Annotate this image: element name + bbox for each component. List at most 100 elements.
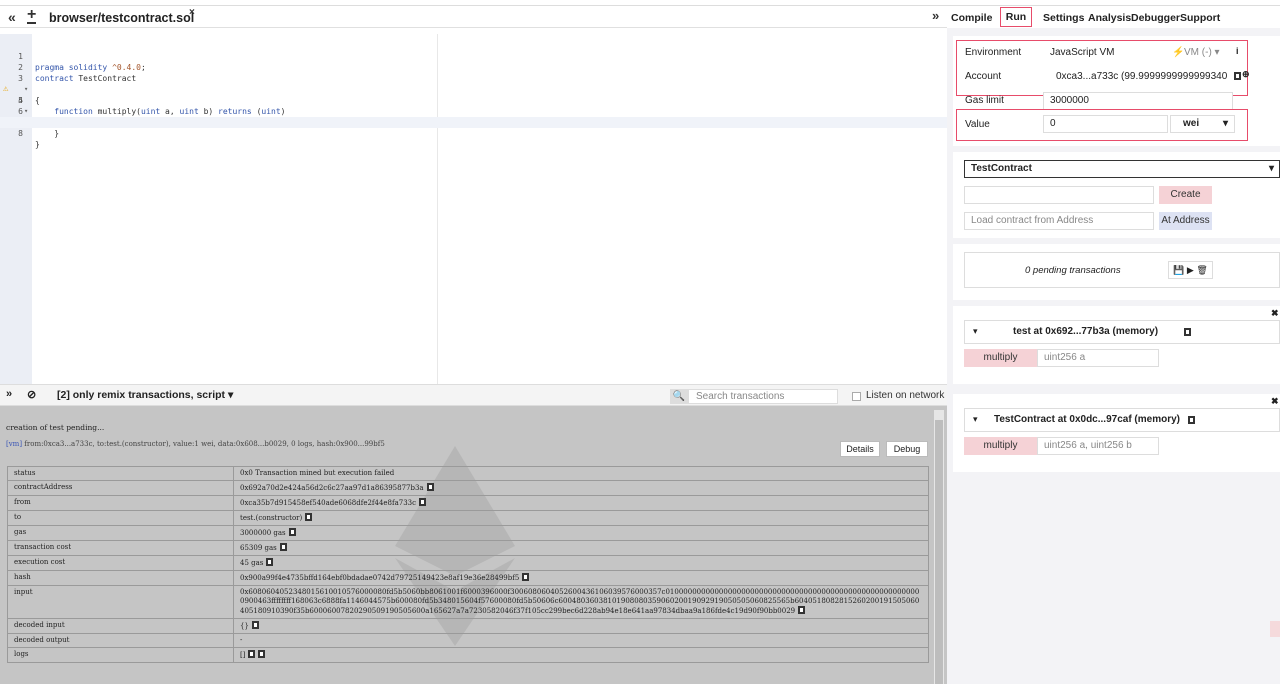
file-tab[interactable]: browser/testcontract.sol: [49, 11, 194, 25]
listen-network-checkbox[interactable]: [852, 392, 861, 401]
transaction-filter-dropdown[interactable]: [2] only remix transactions, script ▾: [57, 389, 233, 401]
play-icon[interactable]: ▶: [1187, 265, 1194, 275]
transaction-details-table: status 0x0 Transaction mined but executio…: [7, 466, 929, 663]
table-row: status 0x0 Transaction mined but executio…: [7, 466, 929, 481]
close-instance-icon[interactable]: ✖: [1271, 396, 1279, 407]
search-transactions-input[interactable]: Search transactions: [688, 389, 838, 404]
environment-select[interactable]: JavaScript VM ⚡ VM (-) ▾: [1043, 44, 1231, 62]
code-line[interactable]: 6 return a * b;: [0, 95, 947, 127]
load-address-input[interactable]: Load contract from Address: [964, 212, 1154, 230]
row-value-cell: 45 gas: [233, 555, 929, 571]
tab-settings[interactable]: Settings: [1043, 12, 1084, 24]
create-button[interactable]: Create: [1159, 186, 1212, 204]
copy-icon[interactable]: [251, 621, 259, 629]
environment-card: Environment JavaScript VM ⚡ VM (-) ▾ i A…: [953, 36, 1280, 146]
row-value: 65309 gas: [240, 544, 277, 552]
gas-limit-input[interactable]: 3000000: [1043, 92, 1233, 110]
multiply-args-input[interactable]: uint256 a, uint256 b: [1037, 437, 1159, 455]
tab-run[interactable]: Run: [1000, 7, 1032, 27]
copy-icon[interactable]: [1234, 72, 1241, 80]
save-icon[interactable]: 💾: [1173, 265, 1184, 275]
expand-panel-icon[interactable]: »: [932, 8, 939, 23]
row-value-cell: 0x0 Transaction mined but execution fail…: [233, 466, 929, 481]
multiply-button[interactable]: multiply: [964, 349, 1037, 367]
transaction-log[interactable]: [vm] from:0xca3...a733c, to:test.(constr…: [6, 440, 385, 448]
add-account-icon[interactable]: ⊕: [1242, 69, 1250, 80]
code-line[interactable]: ⚠ 4 function multiply(uint a, uint b) re…: [0, 73, 947, 116]
table-row: from 0xca35b7d915458ef540ade6068dfe2f44e8…: [7, 495, 929, 511]
unit-select[interactable]: wei ▾: [1170, 115, 1235, 133]
collapse-icon[interactable]: ▾: [973, 414, 978, 425]
row-value-cell: {}: [233, 618, 929, 634]
terminal-scrollbar-thumb[interactable]: [935, 420, 943, 684]
multiply-button[interactable]: multiply: [964, 437, 1037, 455]
row-value-cell: 0xca35b7d915458ef540ade6068dfe2f44e8fa73…: [233, 495, 929, 511]
row-value: 0x6080604052348015610010576000080fd5b506…: [240, 588, 920, 615]
close-instance-icon[interactable]: ✖: [1271, 308, 1279, 319]
at-address-button[interactable]: At Address: [1159, 212, 1212, 230]
chevron-down-icon: ▾: [1223, 118, 1229, 129]
instance-header[interactable]: ▾ TestContract at 0x0dc...97caf (memory): [964, 408, 1280, 432]
contract-select[interactable]: TestContract ▾: [964, 160, 1280, 178]
copy-icon[interactable]: [266, 558, 274, 566]
code-line[interactable]: 5 ▾ {: [0, 84, 947, 127]
row-value: 0x900a99f4e4735bffd164ebf0bdadae0742d797…: [240, 574, 520, 582]
copy-icon[interactable]: [305, 513, 313, 521]
copy-icon[interactable]: [522, 573, 530, 581]
copy-icon[interactable]: [426, 483, 434, 491]
info-icon[interactable]: i: [1236, 46, 1239, 56]
tab-support[interactable]: Support: [1180, 12, 1220, 24]
value-label: Value: [965, 119, 990, 130]
code-line-active[interactable]: 8 }: [0, 117, 947, 149]
constructor-args-input[interactable]: [964, 186, 1154, 204]
tab-analysis[interactable]: Analysis: [1088, 12, 1131, 24]
row-key: logs: [7, 647, 234, 663]
row-value: 0xca35b7d915458ef540ade6068dfe2f44e8fa73…: [240, 499, 417, 507]
clear-console-icon[interactable]: ⊘: [27, 388, 36, 401]
code-line[interactable]: 1 pragma solidity ^0.4.0;: [0, 40, 947, 72]
row-value: {}: [240, 622, 249, 630]
table-row: hash 0x900a99f4e4735bffd164ebf0bdadae0742…: [7, 570, 929, 586]
account-select[interactable]: 0xca3...a733c (99.99999999999993401 ▾: [1049, 68, 1229, 86]
delete-icon[interactable]: 🗑: [1196, 265, 1207, 275]
instance-title: test at 0x692...77b3a (memory): [1013, 326, 1159, 337]
collapse-files-icon[interactable]: «: [8, 9, 16, 25]
terminal-toolbar: » ⊘ [2] only remix transactions, script …: [0, 384, 947, 406]
right-panel: Compile Run Settings Analysis Debugger S…: [947, 6, 1280, 684]
editor-tab-bar: « + browser/testcontract.sol × »: [0, 6, 947, 28]
copy-icon[interactable]: [1188, 416, 1195, 424]
value-input[interactable]: 0: [1043, 115, 1168, 133]
debug-button[interactable]: Debug: [886, 441, 928, 457]
row-value-cell: test.(constructor): [233, 510, 929, 526]
code-editor[interactable]: 1 pragma solidity ^0.4.0; 2 contract Tes…: [0, 34, 947, 386]
toggle-terminal-icon[interactable]: »: [6, 388, 12, 400]
close-tab-icon[interactable]: ×: [189, 7, 195, 18]
pending-card: 0 pending transactions 💾 ▶ 🗑: [953, 244, 1280, 300]
table-row: to test.(constructor): [7, 510, 929, 526]
copy-icon[interactable]: [288, 528, 296, 536]
collapse-icon[interactable]: ▾: [973, 326, 978, 337]
copy-icon[interactable]: [279, 543, 287, 551]
details-button[interactable]: Details: [840, 441, 880, 457]
code-line[interactable]: 3 ▾ {: [0, 62, 947, 105]
new-file-icon[interactable]: +: [27, 6, 37, 24]
copy-icon[interactable]: [1184, 328, 1191, 336]
copy-icon[interactable]: [248, 650, 256, 658]
code-line[interactable]: 7 }: [0, 106, 947, 138]
copy-icon[interactable]: [798, 606, 806, 614]
tab-debugger[interactable]: Debugger: [1131, 12, 1180, 24]
row-key: decoded input: [7, 618, 234, 634]
row-value: 3000000 gas: [240, 529, 286, 537]
row-key: contractAddress: [7, 480, 234, 496]
multiply-args-input[interactable]: uint256 a: [1037, 349, 1159, 367]
code-line[interactable]: 2 contract TestContract: [0, 51, 947, 83]
copy-icon[interactable]: [258, 650, 266, 658]
terminal-output: creation of test pending... [vm] from:0x…: [0, 406, 947, 684]
copy-icon[interactable]: [419, 498, 427, 506]
tab-compile[interactable]: Compile: [951, 12, 992, 24]
instance-header[interactable]: ▾ test at 0x692...77b3a (memory): [964, 320, 1280, 344]
table-row: gas 3000000 gas: [7, 525, 929, 541]
row-key: hash: [7, 570, 234, 586]
pending-text: 0 pending transactions: [1025, 265, 1121, 276]
row-value: 0x0 Transaction mined but execution fail…: [240, 469, 395, 477]
